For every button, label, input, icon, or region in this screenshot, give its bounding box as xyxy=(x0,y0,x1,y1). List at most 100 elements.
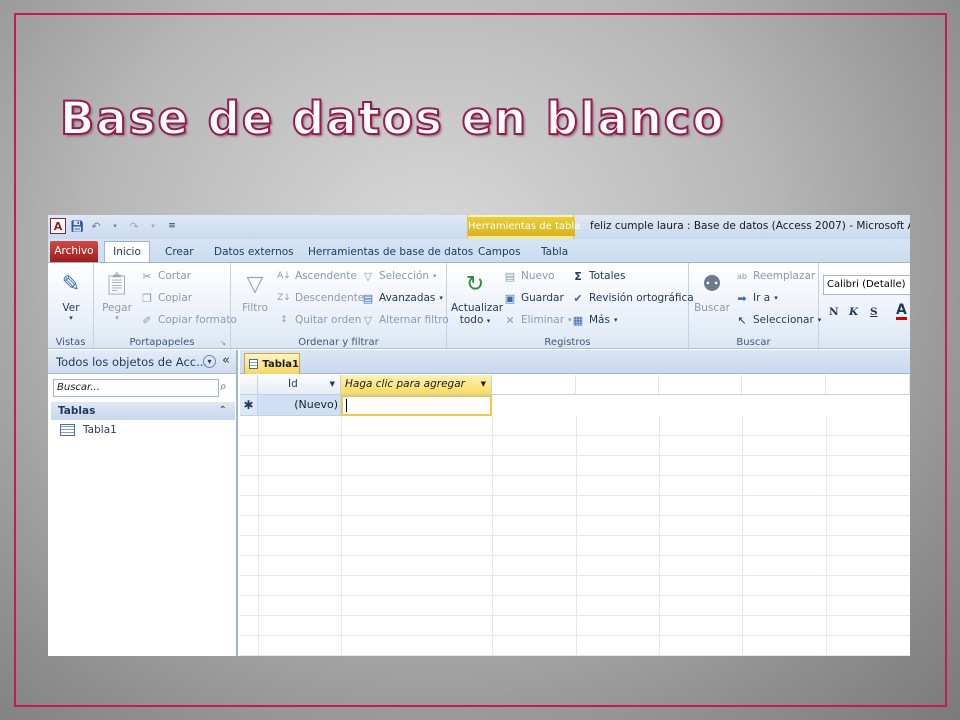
tab-datos-externos[interactable]: Datos externos xyxy=(214,242,294,263)
descendente-button[interactable]: Z↓ Descendente xyxy=(277,291,364,305)
actualizar-label: Actualizar xyxy=(451,302,504,314)
alternar-filtro-label: Alternar filtro xyxy=(379,314,449,326)
table-icon xyxy=(60,424,75,436)
arrow-right-icon: ➡ xyxy=(737,291,747,305)
select-all-corner[interactable] xyxy=(240,375,258,395)
italic-button[interactable]: K xyxy=(849,306,858,318)
group-registros: ↻ Actualizar todo ▾ ▤ Nuevo ▣ Guardar ✕ Eli… xyxy=(447,263,694,350)
empty-header-cell xyxy=(659,375,742,395)
nuevo-button[interactable]: ▤ Nuevo xyxy=(503,269,555,283)
totales-button[interactable]: Σ Totales xyxy=(571,269,625,283)
reemplazar-label: Reemplazar xyxy=(753,270,816,282)
doc-tab-label: Tabla1 xyxy=(262,358,299,370)
copiar-formato-button[interactable]: ✐ Copiar formato xyxy=(140,313,237,327)
nav-item-tabla1[interactable]: Tabla1 xyxy=(60,424,117,436)
cursor-icon: ↖ xyxy=(737,313,747,327)
portapapeles-group-label: Portapapeles xyxy=(129,337,195,348)
funnel-icon: ▽ xyxy=(246,271,264,297)
revision-ortografica-button[interactable]: ✔ Revisión ortográfica xyxy=(571,291,694,305)
buscar-button[interactable]: ⚉ Buscar xyxy=(693,269,731,315)
text-caret xyxy=(346,399,347,412)
navigation-pane: Todos los objetos de Acc... ▾ « Buscar..… xyxy=(48,350,238,656)
bold-button[interactable]: N xyxy=(829,306,839,318)
id-cell-new[interactable]: (Nuevo) xyxy=(258,395,341,416)
copiar-label: Copiar xyxy=(158,292,193,304)
revision-label: Revisión ortográfica xyxy=(589,292,694,304)
avanzadas-label: Avanzadas xyxy=(379,292,436,304)
font-color-button[interactable]: A xyxy=(896,303,907,320)
eliminar-button[interactable]: ✕ Eliminar ▾ xyxy=(503,313,571,327)
column-dropdown-icon[interactable]: ▼ xyxy=(330,375,335,394)
ribbon-tabs: Archivo Inicio Crear Datos externos Herr… xyxy=(48,239,910,264)
ver-label: Ver xyxy=(62,302,80,314)
collapse-pane-icon[interactable]: « xyxy=(222,353,230,368)
binoculars-icon: ⚉ xyxy=(702,271,722,297)
tab-herramientas-bd[interactable]: Herramientas de base de datos xyxy=(308,242,473,263)
seleccionar-button[interactable]: ↖ Seleccionar ▾ xyxy=(735,313,821,327)
pegar-button[interactable]: 📋︎ Pegar ▾ xyxy=(98,269,136,323)
customize-qat-icon[interactable]: ≡ xyxy=(164,218,180,234)
spellcheck-icon: ✔ xyxy=(573,291,583,305)
tab-campos[interactable]: Campos xyxy=(478,242,521,263)
avanzadas-button[interactable]: ▤ Avanzadas ▾ xyxy=(361,291,443,305)
todo-label: todo xyxy=(459,314,484,326)
nav-header-title: Todos los objetos de Acc... xyxy=(56,355,208,369)
add-field-cell[interactable] xyxy=(341,395,492,416)
group-ordenar-filtrar: ▽ Filtro A↓ Ascendente Z↓ Descendente ↕ Qui… xyxy=(231,263,449,350)
context-group-label: Herramientas de tabla xyxy=(468,217,580,236)
tab-crear[interactable]: Crear xyxy=(165,242,194,263)
cortar-button[interactable]: ✂ Cortar xyxy=(140,269,191,283)
copiar-button[interactable]: ❐ Copiar xyxy=(140,291,192,305)
column-header-label: Id xyxy=(288,378,298,390)
search-icon[interactable]: ⌕ xyxy=(220,379,227,394)
column-header-add[interactable]: Haga clic para agregar ▼ xyxy=(341,375,492,395)
new-record-selector[interactable]: ✱ xyxy=(240,395,258,416)
access-app-icon[interactable]: A xyxy=(50,218,66,234)
column-header-label: Haga clic para agregar xyxy=(345,378,465,390)
nav-section-tablas[interactable]: Tablas ⌃ xyxy=(51,402,235,420)
seleccion-button[interactable]: ▽ Selección ▾ xyxy=(361,269,437,283)
empty-header-cell xyxy=(492,375,576,395)
mas-dropdown-icon: ▾ xyxy=(613,316,618,324)
redo-icon[interactable]: ↷ xyxy=(126,218,142,234)
ver-button[interactable]: ✎ Ver ▾ xyxy=(54,269,88,323)
nuevo-label: Nuevo xyxy=(521,270,555,282)
sort-ascending-icon: A↓ xyxy=(277,271,291,281)
chevron-down-icon[interactable]: ▾ xyxy=(203,355,216,368)
view-icon: ✎ xyxy=(61,271,81,297)
clear-sort-icon: ↕ xyxy=(280,315,288,325)
buscar-label: Buscar xyxy=(694,302,730,314)
underline-button[interactable]: S xyxy=(870,306,878,318)
redo-dropdown-icon[interactable]: ▾ xyxy=(145,218,161,234)
group-buscar: ⚉ Buscar ab Reemplazar ➡ Ir a ▾ ↖ Selecciona… xyxy=(689,263,821,350)
undo-icon[interactable]: ↶ xyxy=(88,218,104,234)
nav-header[interactable]: Todos los objetos de Acc... ▾ « xyxy=(48,350,236,374)
ascendente-button[interactable]: A↓ Ascendente xyxy=(277,269,357,283)
undo-dropdown-icon[interactable]: ▾ xyxy=(107,218,123,234)
seleccionar-label: Seleccionar xyxy=(753,314,814,326)
tab-archivo[interactable]: Archivo xyxy=(50,241,98,262)
guardar-button[interactable]: ▣ Guardar xyxy=(503,291,564,305)
alternar-filtro-button[interactable]: ▽ Alternar filtro xyxy=(361,313,449,327)
filtro-button[interactable]: ▽ Filtro xyxy=(235,269,275,315)
buscar-group-label: Buscar xyxy=(736,337,771,348)
nav-search-input[interactable]: Buscar... xyxy=(53,379,219,397)
column-header-id[interactable]: Id ▼ xyxy=(258,375,341,395)
dialog-launcher-icon[interactable]: ↘ xyxy=(220,339,226,347)
save-icon[interactable]: 💾︎ xyxy=(69,218,85,234)
actualizar-todo-button[interactable]: ↻ Actualizar todo ▾ xyxy=(451,269,504,327)
tab-inicio[interactable]: Inicio xyxy=(104,241,150,264)
tab-tabla[interactable]: Tabla xyxy=(541,242,568,263)
ir-a-button[interactable]: ➡ Ir a ▾ xyxy=(735,291,777,305)
column-dropdown-icon[interactable]: ▼ xyxy=(481,375,486,394)
group-portapapeles: 📋︎ Pegar ▾ ✂ Cortar ❐ Copiar ✐ Copiar forma… xyxy=(94,263,237,350)
quitar-orden-button[interactable]: ↕ Quitar orden xyxy=(277,313,361,327)
selection-filter-icon: ▽ xyxy=(363,269,373,283)
actualizar-todo-line: todo ▾ xyxy=(451,314,499,326)
doc-tab-tabla1[interactable]: Tabla1 xyxy=(244,353,300,374)
nav-item-label: Tabla1 xyxy=(83,424,117,436)
reemplazar-button[interactable]: ab Reemplazar xyxy=(735,269,815,283)
font-name-combobox[interactable]: Calibri (Detalle) xyxy=(823,275,910,295)
mas-button[interactable]: ▦ Más ▾ xyxy=(571,313,618,327)
copy-icon: ❐ xyxy=(142,291,152,305)
